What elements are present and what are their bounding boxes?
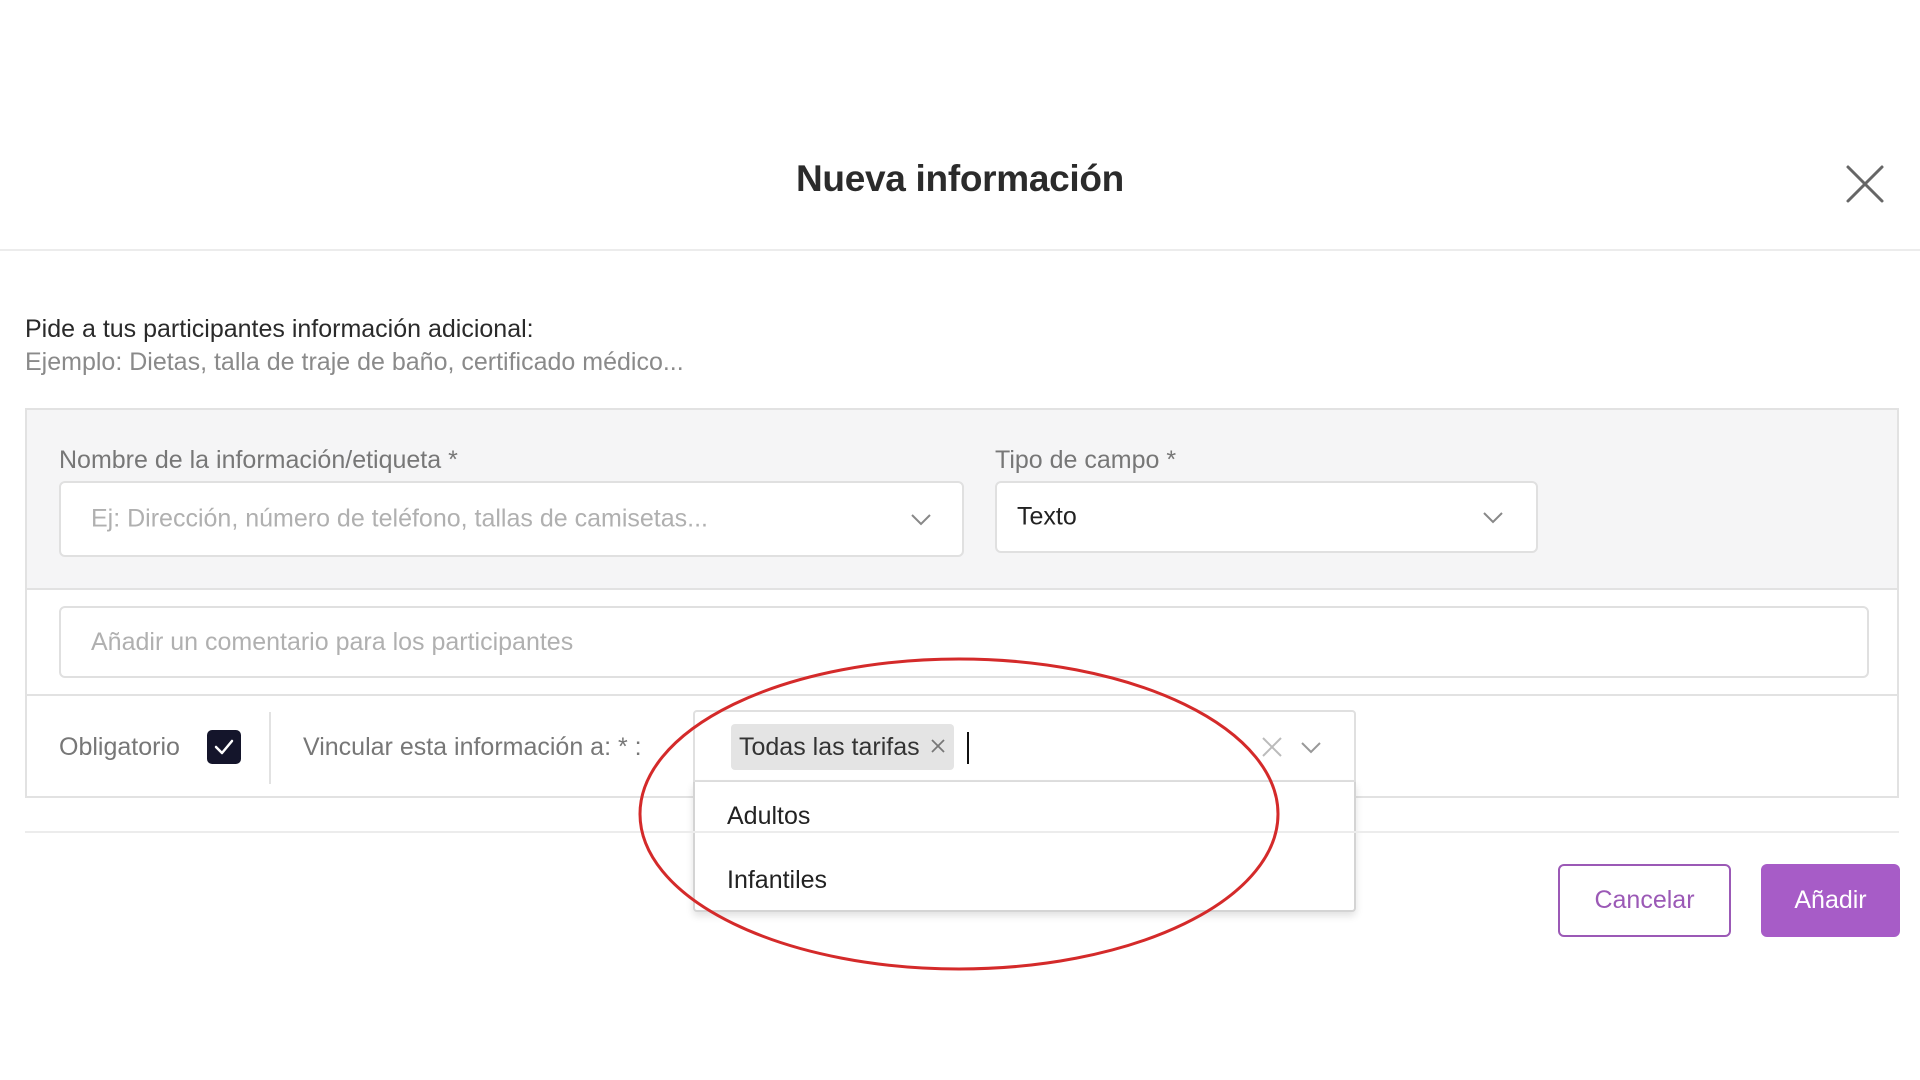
modal-title: Nueva información [796, 158, 1124, 199]
divider [269, 712, 271, 784]
comment-field[interactable] [59, 606, 1869, 678]
chevron-down-icon [911, 514, 931, 526]
tariff-dropdown-menu: Adultos Infantiles [693, 782, 1356, 912]
clear-icon[interactable] [1260, 735, 1284, 759]
tag-todas-las-tarifas: Todas las tarifas [731, 724, 954, 770]
type-label: Tipo de campo * [995, 446, 1177, 474]
footer-divider [25, 831, 1899, 833]
name-placeholder: Ej: Dirección, número de teléfono, talla… [91, 504, 708, 533]
name-label: Nombre de la información/etiqueta * [59, 446, 458, 474]
tag-remove-icon[interactable] [928, 736, 948, 756]
name-select[interactable]: Ej: Dirección, número de teléfono, talla… [59, 481, 964, 557]
modal-header: Nueva información [0, 0, 1920, 251]
cancel-button[interactable]: Cancelar [1558, 864, 1731, 937]
field-row: Nombre de la información/etiqueta * Ej: … [27, 410, 1897, 590]
intro-text: Pide a tus participantes información adi… [25, 315, 534, 343]
add-button[interactable]: Añadir [1761, 864, 1900, 937]
type-select[interactable]: Texto [995, 481, 1538, 553]
comment-input[interactable] [61, 608, 1867, 676]
link-label: Vincular esta información a: * : [303, 733, 642, 761]
check-icon [214, 739, 234, 755]
option-infantiles[interactable]: Infantiles [727, 866, 827, 895]
tariff-multiselect[interactable]: Todas las tarifas [693, 710, 1356, 782]
close-icon[interactable] [1843, 162, 1887, 206]
required-label: Obligatorio [59, 733, 180, 761]
intro-example: Ejemplo: Dietas, talla de traje de baño,… [25, 348, 684, 376]
option-adultos[interactable]: Adultos [727, 802, 810, 831]
required-checkbox[interactable] [207, 730, 241, 764]
chevron-down-icon [1483, 512, 1503, 524]
type-value: Texto [1017, 502, 1077, 531]
chevron-down-icon[interactable] [1299, 735, 1323, 759]
divider [27, 694, 1897, 696]
tag-label: Todas las tarifas [739, 732, 920, 761]
text-caret [967, 732, 969, 764]
